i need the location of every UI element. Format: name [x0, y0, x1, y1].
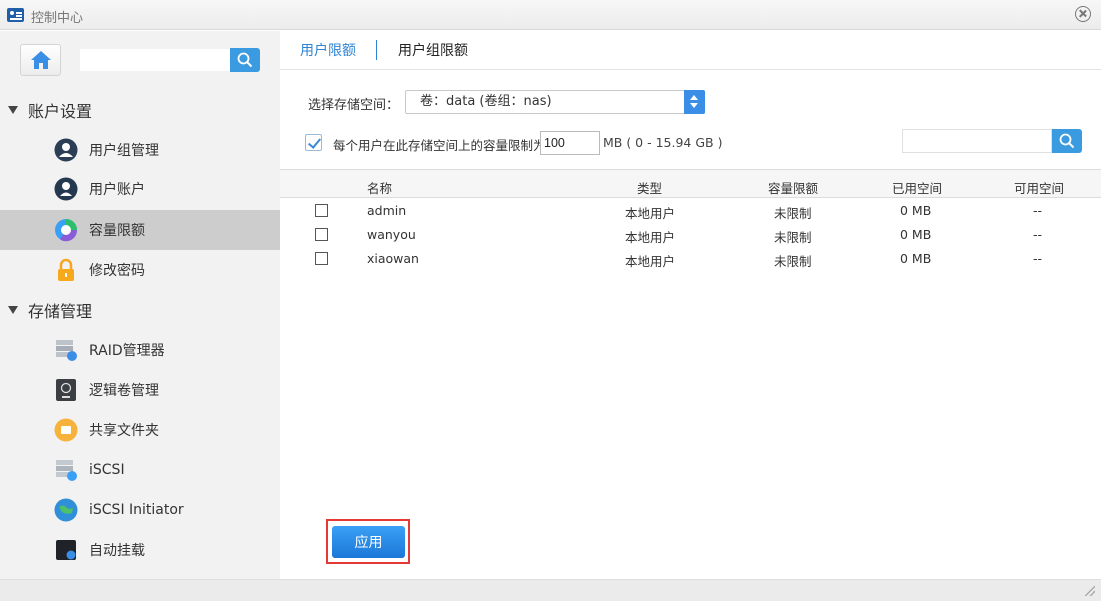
cell-type: 本地用户 [625, 206, 676, 221]
main-panel: 用户限额 用户组限额 选择存储空间： 卷：data (卷组：nas) 每个用户在… [280, 31, 1101, 579]
tab-group-quota[interactable]: 用户组限额 [398, 40, 468, 60]
sidebar-item-label: 容量限额 [89, 223, 145, 239]
user-search-input[interactable] [902, 129, 1052, 153]
collapse-arrow-icon [8, 106, 18, 114]
sidebar: 账户设置 用户组管理 用户账户 容量限额 修改密码 存储管理 RAID管理器 逻… [0, 31, 280, 579]
row-checkbox[interactable] [315, 204, 328, 217]
cell-type: 本地用户 [625, 254, 676, 269]
sidebar-search-button[interactable] [230, 48, 260, 72]
sidebar-item-raid[interactable]: RAID管理器 [0, 330, 280, 370]
section-storage-management[interactable]: 存储管理 [0, 292, 280, 328]
cell-quota: 未限制 [774, 230, 812, 245]
row-checkbox[interactable] [315, 228, 328, 241]
search-icon [1059, 133, 1075, 149]
cell-available: -- [1033, 251, 1043, 266]
cell-used: 0 MB [900, 227, 932, 242]
cell-name: wanyou [367, 227, 416, 242]
sidebar-item-shared-folder[interactable]: 共享文件夹 [0, 410, 280, 450]
close-icon[interactable] [1075, 6, 1091, 22]
sidebar-item-lvm[interactable]: 逻辑卷管理 [0, 370, 280, 410]
column-name[interactable]: 名称 [367, 178, 392, 197]
sidebar-item-label: iSCSI Initiator [89, 502, 184, 518]
iscsi-icon [54, 458, 78, 482]
sidebar-item-label: 共享文件夹 [89, 423, 159, 439]
raid-icon [54, 338, 78, 362]
home-icon [30, 51, 51, 69]
storage-label: 选择存储空间： [308, 98, 400, 113]
limit-label: 每个用户在此存储空间上的容量限制为 [333, 138, 546, 153]
control-center-icon [7, 8, 24, 22]
limit-checkbox[interactable] [305, 134, 322, 151]
sidebar-item-automount[interactable]: 自动挂载 [0, 530, 280, 570]
table-header: 名称 类型 容量限额 已用空间 可用空间 [280, 169, 1101, 198]
sidebar-item-iscsi-initiator[interactable]: iSCSI Initiator [0, 490, 280, 530]
lock-icon [54, 258, 78, 282]
search-icon [237, 52, 253, 68]
sidebar-item-label: 用户账户 [89, 182, 145, 198]
user-account-icon [54, 177, 78, 201]
iscsi-initiator-icon [54, 498, 78, 522]
cell-quota: 未限制 [774, 206, 812, 221]
sidebar-item-change-password[interactable]: 修改密码 [0, 250, 280, 290]
cell-type: 本地用户 [625, 230, 676, 245]
tab-divider [376, 40, 377, 60]
section-label: 存储管理 [28, 302, 93, 321]
cell-available: -- [1033, 227, 1043, 242]
cell-used: 0 MB [900, 203, 932, 218]
column-used[interactable]: 已用空间 [892, 178, 942, 197]
column-quota[interactable]: 容量限额 [768, 178, 818, 197]
cell-name: xiaowan [367, 251, 419, 266]
section-label: 账户设置 [28, 102, 93, 121]
sidebar-item-label: 修改密码 [89, 263, 145, 279]
sidebar-item-iscsi[interactable]: iSCSI [0, 450, 280, 490]
home-button[interactable] [20, 44, 61, 76]
resize-grip-icon[interactable] [1085, 586, 1095, 596]
lvm-icon [54, 378, 78, 402]
sidebar-item-label: iSCSI [89, 462, 125, 478]
select-arrows-icon [684, 90, 705, 114]
column-available[interactable]: 可用空间 [1014, 178, 1064, 197]
cell-used: 0 MB [900, 251, 932, 266]
status-bar [0, 579, 1101, 601]
sidebar-item-user-group[interactable]: 用户组管理 [0, 130, 280, 170]
row-checkbox[interactable] [315, 252, 328, 265]
user-group-icon [54, 138, 78, 162]
quota-pie-icon [54, 218, 78, 242]
sidebar-item-label: 用户组管理 [89, 143, 159, 159]
title-bar: 控制中心 [0, 0, 1101, 30]
sidebar-item-label: RAID管理器 [89, 343, 165, 359]
section-account-settings[interactable]: 账户设置 [0, 92, 280, 128]
sidebar-item-quota[interactable]: 容量限额 [0, 210, 280, 250]
collapse-arrow-icon [8, 306, 18, 314]
apply-button[interactable]: 应用 [332, 526, 405, 558]
cell-quota: 未限制 [774, 254, 812, 269]
shared-folder-icon [54, 418, 78, 442]
tab-user-quota[interactable]: 用户限额 [300, 40, 356, 60]
cell-name: admin [367, 203, 407, 218]
table-row[interactable]: xiaowan 本地用户 未限制 0 MB -- [280, 247, 1101, 271]
storage-select[interactable]: 卷：data (卷组：nas) [405, 90, 705, 114]
window-title: 控制中心 [31, 11, 84, 26]
sidebar-search-input[interactable] [80, 49, 230, 71]
limit-range: MB ( 0 - 15.94 GB ) [603, 135, 723, 150]
limit-input[interactable] [540, 131, 600, 155]
table-row[interactable]: wanyou 本地用户 未限制 0 MB -- [280, 223, 1101, 247]
sidebar-item-user-account[interactable]: 用户账户 [0, 169, 280, 209]
sidebar-item-label: 逻辑卷管理 [89, 383, 159, 399]
tab-bar: 用户限额 用户组限额 [280, 31, 1101, 70]
table-row[interactable]: admin 本地用户 未限制 0 MB -- [280, 199, 1101, 223]
column-type[interactable]: 类型 [637, 178, 662, 197]
storage-select-value: 卷：data (卷组：nas) [420, 94, 552, 109]
sidebar-item-label: 自动挂载 [89, 543, 145, 559]
user-search-button[interactable] [1052, 129, 1082, 153]
automount-icon [54, 538, 78, 562]
cell-available: -- [1033, 203, 1043, 218]
